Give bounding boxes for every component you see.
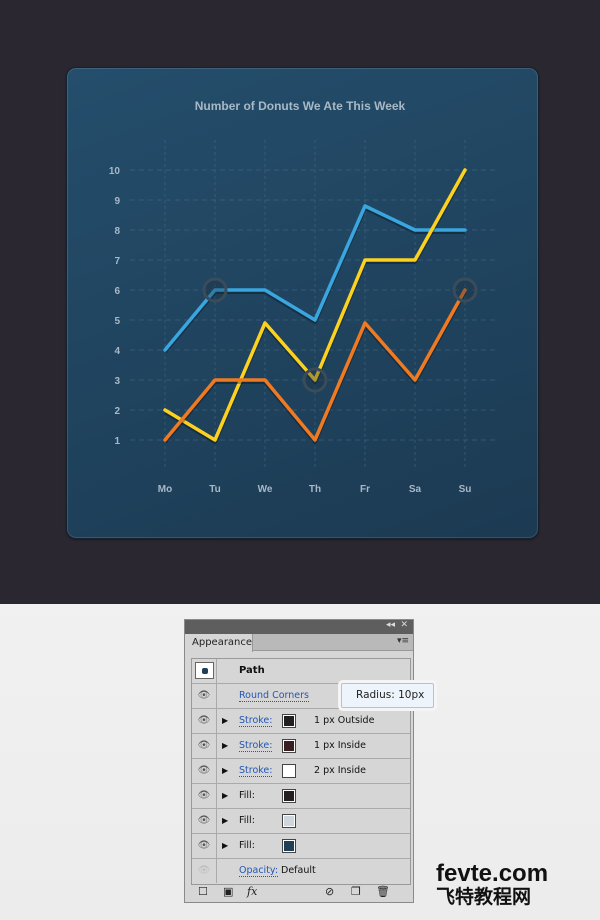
color-swatch[interactable]	[282, 839, 296, 853]
opacity-link[interactable]: Opacity:	[239, 865, 279, 877]
visibility-eye-icon[interactable]: 👁	[192, 809, 217, 833]
attribute-label: Fill:	[239, 840, 255, 851]
appearance-row[interactable]: 👁 ▶ Fill:	[192, 784, 410, 809]
path-thumbnail-icon	[194, 662, 214, 679]
opacity-row[interactable]: 👁 Opacity: Default	[192, 859, 410, 884]
expand-triangle-icon[interactable]: ▶	[222, 816, 228, 825]
attribute-value: 1 px Outside	[314, 715, 375, 726]
clear-appearance-icon[interactable]: ⊘	[325, 885, 334, 898]
x-tick-label: Mo	[158, 484, 172, 495]
appearance-panel: ◂◂ ✕ Appearance ▾≡ Path 👁 Round Corners 👁 ▶…	[184, 619, 414, 903]
fx-button[interactable]: fx	[247, 885, 257, 898]
y-tick-label: 3	[114, 376, 120, 387]
color-swatch[interactable]	[282, 814, 296, 828]
visibility-eye-icon[interactable]: 👁	[192, 834, 217, 858]
visibility-eye-icon[interactable]: 👁	[192, 784, 217, 808]
appearance-row[interactable]: 👁 ▶ Stroke: 2 px Inside	[192, 759, 410, 784]
y-tick-label: 10	[109, 166, 121, 177]
attribute-label[interactable]: Stroke:	[239, 740, 273, 752]
data-point[interactable]	[414, 379, 416, 381]
opacity-value: Default	[281, 865, 316, 876]
visibility-eye-icon[interactable]: 👁	[192, 709, 217, 733]
data-point[interactable]	[164, 349, 166, 351]
expand-triangle-icon[interactable]: ▶	[222, 716, 228, 725]
y-tick-label: 9	[114, 196, 120, 207]
new-fill-icon[interactable]: ▣	[223, 885, 233, 898]
line-chart: Number of Donuts We Ate This Week Mo Tu We…	[109, 99, 495, 495]
highlight-ring[interactable]	[202, 277, 228, 303]
data-point[interactable]	[264, 379, 266, 381]
y-tick-label: 4	[114, 346, 120, 357]
panel-titlebar[interactable]: ◂◂ ✕	[185, 620, 413, 634]
object-type: Path	[239, 665, 265, 676]
x-tick-label: Fr	[360, 484, 370, 495]
data-point[interactable]	[264, 322, 266, 324]
trash-icon[interactable]: 🗑	[376, 885, 390, 898]
watermark-line1: fevte.com	[436, 860, 549, 887]
y-tick-label: 2	[114, 406, 120, 417]
expand-triangle-icon[interactable]: ▶	[222, 841, 228, 850]
watermark-line2: 飞特教程网	[436, 886, 532, 908]
x-tick-label: Sa	[409, 484, 422, 495]
data-point[interactable]	[364, 322, 366, 324]
appearance-row[interactable]: 👁 ▶ Fill:	[192, 809, 410, 834]
y-tick-label: 5	[114, 316, 120, 327]
expand-triangle-icon[interactable]: ▶	[222, 741, 228, 750]
data-point[interactable]	[464, 229, 466, 231]
panel-menu-icon[interactable]: ▾≡	[397, 636, 409, 646]
expand-triangle-icon[interactable]: ▶	[222, 766, 228, 775]
data-point[interactable]	[464, 169, 466, 171]
appearance-row[interactable]: 👁 ▶ Stroke: 1 px Outside	[192, 709, 410, 734]
radius-tooltip: Radius: 10px	[341, 683, 434, 708]
appearance-row[interactable]: 👁 ▶ Fill:	[192, 834, 410, 859]
attribute-label[interactable]: Round Corners	[239, 690, 309, 702]
appearance-row[interactable]: 👁 ▶ Stroke: 1 px Inside	[192, 734, 410, 759]
visibility-eye-icon[interactable]: 👁	[192, 734, 217, 758]
x-tick-label: Th	[309, 484, 321, 495]
data-point[interactable]	[414, 229, 416, 231]
attribute-value: 1 px Inside	[314, 740, 367, 751]
visibility-eye-icon[interactable]: 👁	[192, 759, 217, 783]
visibility-eye-icon[interactable]: 👁	[192, 859, 217, 883]
attribute-label[interactable]: Stroke:	[239, 765, 273, 777]
data-point[interactable]	[214, 379, 216, 381]
x-tick-label: We	[258, 484, 273, 495]
chart-title: Number of Donuts We Ate This Week	[195, 99, 406, 113]
object-row[interactable]: Path	[192, 659, 410, 684]
y-tick-label: 8	[114, 226, 120, 237]
collapse-icon[interactable]: ◂◂	[386, 620, 395, 630]
new-stroke-icon[interactable]: ☐	[198, 885, 208, 898]
data-point[interactable]	[214, 439, 216, 441]
data-point[interactable]	[314, 439, 316, 441]
data-point[interactable]	[364, 259, 366, 261]
data-point[interactable]	[264, 289, 266, 291]
color-swatch[interactable]	[282, 764, 296, 778]
color-swatch[interactable]	[282, 739, 296, 753]
highlight-ring[interactable]	[452, 277, 478, 303]
data-point[interactable]	[164, 439, 166, 441]
x-tick-label: Tu	[209, 484, 220, 495]
data-point[interactable]	[314, 319, 316, 321]
color-swatch[interactable]	[282, 714, 296, 728]
data-point[interactable]	[414, 259, 416, 261]
attribute-label: Fill:	[239, 815, 255, 826]
expand-triangle-icon[interactable]: ▶	[222, 791, 228, 800]
attribute-value: 2 px Inside	[314, 765, 367, 776]
y-tick-label: 6	[114, 286, 120, 297]
close-icon[interactable]: ✕	[400, 620, 408, 630]
duplicate-item-icon[interactable]: ❐	[351, 885, 361, 898]
y-tick-label: 1	[114, 436, 120, 447]
y-tick-label: 7	[114, 256, 120, 267]
watermark-logo: fevte.com 飞特教程网	[436, 862, 548, 907]
visibility-eye-icon[interactable]: 👁	[192, 684, 217, 708]
attribute-label: Fill:	[239, 790, 255, 801]
color-swatch[interactable]	[282, 789, 296, 803]
data-point[interactable]	[364, 205, 366, 207]
data-point[interactable]	[164, 409, 166, 411]
x-tick-label: Su	[459, 484, 472, 495]
highlight-ring[interactable]	[302, 367, 328, 393]
tab-appearance[interactable]: Appearance	[185, 634, 253, 652]
attribute-label[interactable]: Stroke:	[239, 715, 273, 727]
